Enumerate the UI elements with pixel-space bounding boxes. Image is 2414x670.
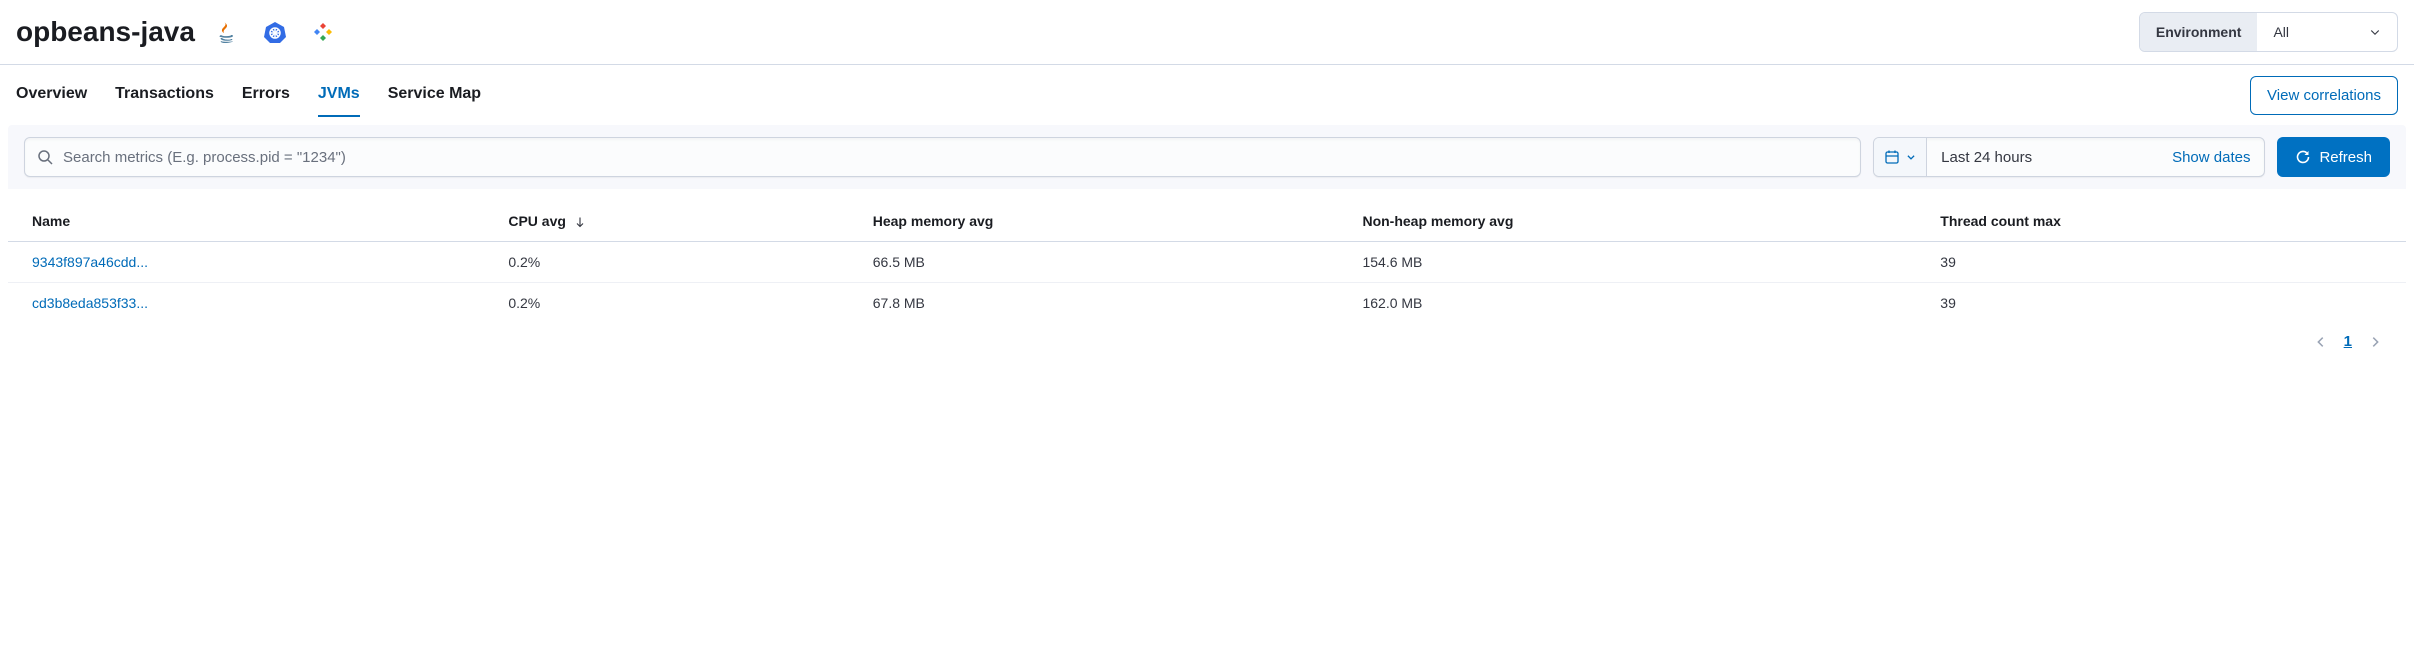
tabbar: Overview Transactions Errors JVMs Servic… [0, 65, 2414, 117]
header-left: opbeans-java [16, 16, 335, 48]
page-next-icon[interactable] [2368, 335, 2382, 349]
search-input[interactable] [63, 149, 1848, 166]
tabs: Overview Transactions Errors JVMs Servic… [16, 73, 481, 117]
col-heap[interactable]: Heap memory avg [849, 201, 1339, 242]
environment-value-cell[interactable]: All [2257, 13, 2397, 51]
table-row: 9343f897a46cdd... 0.2% 66.5 MB 154.6 MB … [8, 242, 2406, 283]
tab-jvms[interactable]: JVMs [318, 73, 360, 117]
gcp-icon [311, 20, 335, 44]
date-picker-body[interactable]: Last 24 hours Show dates [1927, 138, 2264, 176]
cell-non-heap: 162.0 MB [1338, 283, 1916, 324]
cell-cpu: 0.2% [484, 283, 848, 324]
calendar-icon [1884, 149, 1900, 165]
cell-thread: 39 [1916, 283, 2406, 324]
chevron-down-icon [1906, 152, 1916, 162]
tab-service-map[interactable]: Service Map [388, 73, 481, 117]
sort-desc-icon [574, 216, 586, 228]
kubernetes-icon [263, 20, 287, 44]
refresh-label: Refresh [2319, 149, 2372, 166]
environment-selector[interactable]: Environment All [2139, 12, 2398, 52]
page-header: opbeans-java Environment All [0, 0, 2414, 65]
show-dates-link[interactable]: Show dates [2172, 149, 2250, 166]
col-thread[interactable]: Thread count max [1916, 201, 2406, 242]
page-number[interactable]: 1 [2344, 333, 2352, 350]
java-icon [215, 20, 239, 44]
cell-thread: 39 [1916, 242, 2406, 283]
table-row: cd3b8eda853f33... 0.2% 67.8 MB 162.0 MB … [8, 283, 2406, 324]
col-name[interactable]: Name [8, 201, 484, 242]
col-non-heap[interactable]: Non-heap memory avg [1338, 201, 1916, 242]
pagination: 1 [8, 323, 2406, 354]
environment-label: Environment [2140, 13, 2258, 51]
col-cpu-avg[interactable]: CPU avg [484, 201, 848, 242]
page-title: opbeans-java [16, 16, 195, 48]
cell-heap: 67.8 MB [849, 283, 1339, 324]
tech-icon-row [215, 20, 335, 44]
filter-bar: Last 24 hours Show dates Refresh [8, 125, 2406, 189]
cell-non-heap: 154.6 MB [1338, 242, 1916, 283]
cell-cpu: 0.2% [484, 242, 848, 283]
jvm-table-card: Name CPU avg Heap memory avg Non-heap me… [8, 189, 2406, 362]
cell-heap: 66.5 MB [849, 242, 1339, 283]
refresh-icon [2295, 149, 2311, 165]
jvm-table: Name CPU avg Heap memory avg Non-heap me… [8, 201, 2406, 323]
tab-overview[interactable]: Overview [16, 73, 87, 117]
tab-transactions[interactable]: Transactions [115, 73, 214, 117]
jvm-name-link[interactable]: 9343f897a46cdd... [32, 254, 148, 270]
tab-errors[interactable]: Errors [242, 73, 290, 117]
search-box[interactable] [24, 137, 1861, 177]
search-icon [37, 149, 53, 165]
date-range-label: Last 24 hours [1941, 149, 2032, 166]
date-picker-quick-button[interactable] [1874, 138, 1927, 176]
page-prev-icon[interactable] [2314, 335, 2328, 349]
chevron-down-icon [2369, 26, 2381, 38]
jvm-name-link[interactable]: cd3b8eda853f33... [32, 295, 148, 311]
environment-value: All [2273, 24, 2289, 40]
date-picker[interactable]: Last 24 hours Show dates [1873, 137, 2265, 177]
refresh-button[interactable]: Refresh [2277, 137, 2390, 177]
view-correlations-button[interactable]: View correlations [2250, 76, 2398, 115]
